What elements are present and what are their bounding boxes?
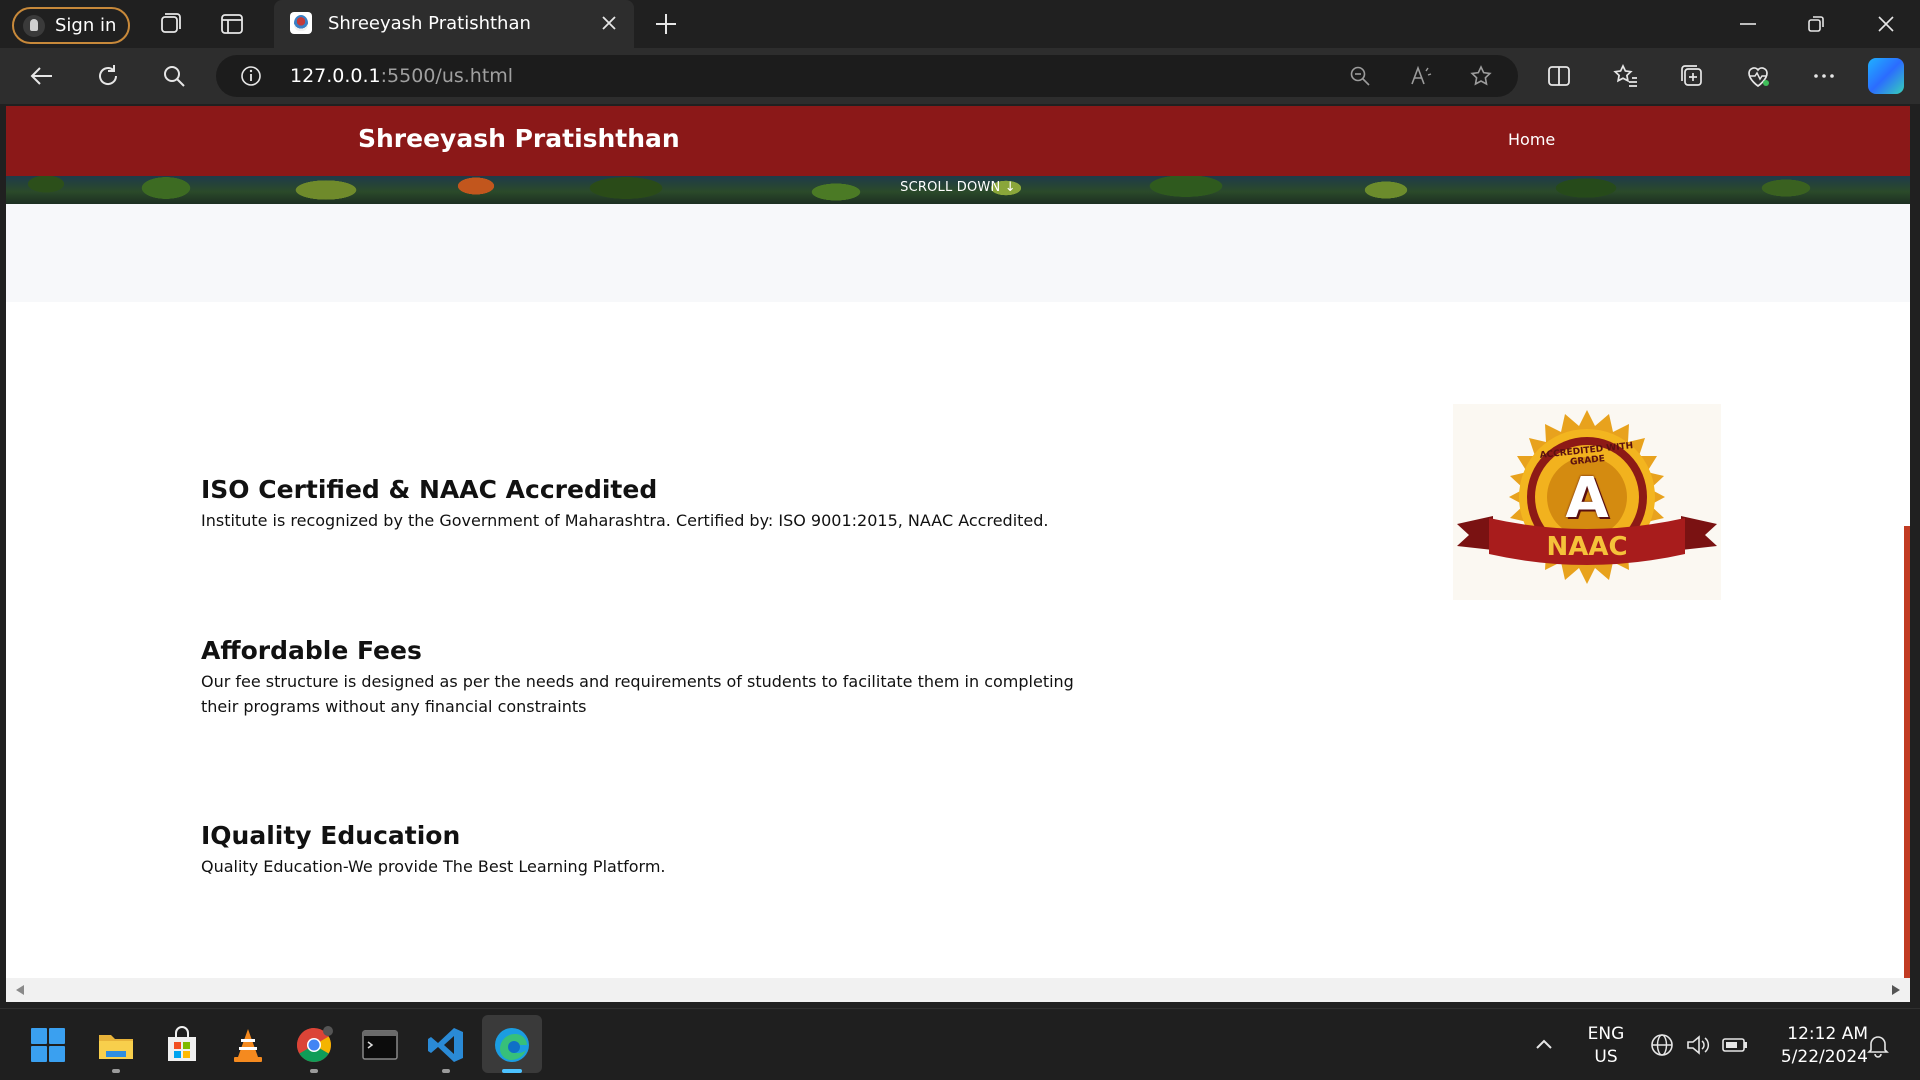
url-path: :5500/us.html xyxy=(380,65,514,87)
restore-icon[interactable] xyxy=(1804,12,1828,36)
file-explorer-icon[interactable] xyxy=(96,1025,136,1065)
clock[interactable]: 12:12 AM 5/22/2024 xyxy=(1764,1023,1868,1069)
vscode-icon[interactable] xyxy=(426,1025,466,1065)
language-region: US xyxy=(1594,1047,1618,1067)
favorite-star-icon[interactable] xyxy=(1469,64,1493,88)
battery-icon[interactable] xyxy=(1720,1031,1750,1059)
tab-active[interactable]: Shreeyash Pratishthan xyxy=(274,0,634,48)
feature-text-fees: Our fee structure is designed as per the… xyxy=(201,669,1081,719)
sign-in-button[interactable]: Sign in xyxy=(12,7,130,44)
section-band xyxy=(6,204,1910,302)
badge-grade: A xyxy=(1565,466,1609,531)
language-indicator[interactable]: ENG US xyxy=(1580,1023,1632,1069)
feature-title-iso: ISO Certified & NAAC Accredited xyxy=(201,475,658,504)
read-aloud-icon[interactable] xyxy=(1409,64,1433,88)
scroll-right-icon[interactable] xyxy=(1890,984,1902,996)
scroll-down-link[interactable]: SCROLL DOWN ↓ xyxy=(6,180,1910,195)
chevron-up-icon[interactable] xyxy=(1530,1031,1558,1059)
site-favicon-icon xyxy=(290,12,312,34)
minimize-icon[interactable] xyxy=(1736,12,1760,36)
browser-toolbar: 127.0.0.1:5500/us.html xyxy=(0,48,1920,104)
vertical-scrollbar-edge[interactable] xyxy=(1904,526,1910,978)
notification-bell-icon[interactable] xyxy=(1864,1031,1892,1059)
feature-title-quality: IQuality Education xyxy=(201,821,461,850)
microsoft-store-icon[interactable] xyxy=(162,1025,202,1065)
favorites-icon[interactable] xyxy=(1612,62,1640,90)
edge-icon[interactable] xyxy=(492,1025,532,1065)
horizontal-scrollbar[interactable] xyxy=(6,978,1910,1002)
feature-text-quality: Quality Education-We provide The Best Le… xyxy=(201,854,1081,879)
feature-text-line: Quality Education-We provide The Best Le… xyxy=(201,857,666,876)
windows-taskbar: ENG US 12:12 AM 5/22/2024 xyxy=(0,1008,1920,1080)
active-indicator xyxy=(502,1069,522,1073)
sign-in-label: Sign in xyxy=(55,15,117,36)
site-brand[interactable]: Shreeyash Pratishthan xyxy=(358,124,680,153)
volume-icon[interactable] xyxy=(1684,1031,1712,1059)
feature-text-line: their programs without any financial con… xyxy=(201,697,587,716)
back-icon[interactable] xyxy=(28,62,56,90)
close-window-icon[interactable] xyxy=(1874,12,1898,36)
naac-badge-image: ACCREDITED WITH GRADE A NAAC xyxy=(1453,404,1721,600)
search-icon[interactable] xyxy=(160,62,188,90)
running-indicator xyxy=(112,1069,120,1073)
profile-avatar-icon xyxy=(23,14,45,37)
collections-icon[interactable] xyxy=(1678,62,1706,90)
split-screen-icon[interactable] xyxy=(1545,62,1573,90)
clock-date: 5/22/2024 xyxy=(1780,1047,1868,1067)
vlc-icon[interactable] xyxy=(228,1025,268,1065)
zoom-out-icon[interactable] xyxy=(1348,64,1372,88)
more-options-icon[interactable] xyxy=(1810,62,1838,90)
windows-start-icon[interactable] xyxy=(28,1025,68,1065)
vertical-tabs-icon[interactable] xyxy=(218,10,246,38)
running-indicator xyxy=(442,1069,450,1073)
workspaces-icon[interactable] xyxy=(156,10,184,38)
site-info-icon[interactable] xyxy=(240,65,262,87)
badge-ribbon-text: NAAC xyxy=(1546,532,1628,562)
url-host: 127.0.0.1 xyxy=(290,65,381,87)
refresh-icon[interactable] xyxy=(94,62,122,90)
url-text[interactable]: 127.0.0.1:5500/us.html xyxy=(290,65,513,87)
scroll-left-icon[interactable] xyxy=(14,984,26,996)
clock-time: 12:12 AM xyxy=(1787,1024,1868,1044)
close-tab-icon[interactable] xyxy=(598,12,620,34)
browser-essentials-icon[interactable] xyxy=(1744,62,1772,90)
feature-title-fees: Affordable Fees xyxy=(201,636,422,665)
copilot-icon[interactable] xyxy=(1868,58,1904,94)
language-code: ENG xyxy=(1587,1024,1625,1044)
running-indicator xyxy=(310,1069,318,1073)
nav-home-link[interactable]: Home xyxy=(1508,130,1555,149)
network-globe-icon[interactable] xyxy=(1648,1031,1676,1059)
feature-text-line: Institute is recognized by the Governmen… xyxy=(201,511,1049,530)
chrome-icon[interactable] xyxy=(294,1025,334,1065)
terminal-icon[interactable] xyxy=(360,1025,400,1065)
browser-title-bar: Sign in Shreeyash Pratishthan xyxy=(0,0,1920,48)
page-viewport: Shreeyash Pratishthan Home SCROLL DOWN ↓… xyxy=(6,106,1910,1002)
site-header: Shreeyash Pratishthan Home xyxy=(6,106,1910,176)
tab-title: Shreeyash Pratishthan xyxy=(328,13,531,34)
address-bar[interactable]: 127.0.0.1:5500/us.html xyxy=(216,55,1518,97)
feature-text-iso: Institute is recognized by the Governmen… xyxy=(201,508,1081,533)
feature-text-line: Our fee structure is designed as per the… xyxy=(201,672,1074,691)
new-tab-icon[interactable] xyxy=(652,10,680,38)
